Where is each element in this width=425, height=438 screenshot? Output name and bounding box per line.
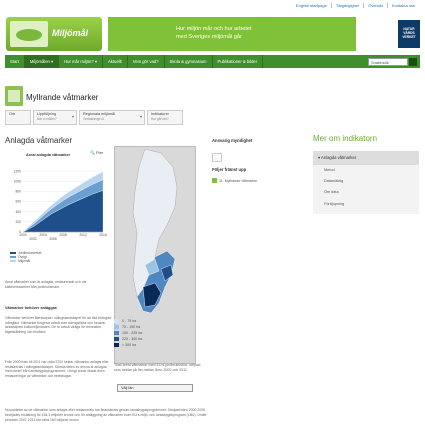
chart-x-ticks: 2000 2004 2008 2012 2016 2002 2006 bbox=[19, 233, 107, 241]
map-legend-swatch bbox=[114, 337, 119, 341]
goal-tabs: Om Uppföljning När vi målen? ▾ Regionala… bbox=[5, 110, 183, 125]
nav-item-miljomalen[interactable]: Miljömålen ▾ bbox=[24, 55, 60, 68]
legend-swatch bbox=[10, 259, 16, 263]
sidebar-item-om-data[interactable]: Om data bbox=[313, 187, 419, 198]
nav-item-hur-mar-miljon[interactable]: Hur mår miljön? ▾ bbox=[59, 55, 103, 68]
nav-item-start[interactable]: Start bbox=[5, 55, 25, 68]
map-legend: 0 - 75 ha 75 - 150 ha 150 - 225 ha 225 -… bbox=[114, 318, 142, 348]
y-tick-label: 800 bbox=[15, 190, 21, 194]
agency-logo[interactable]: NATUR VÅRDS VERKET bbox=[398, 20, 420, 48]
map-legend-label: > 300 ha bbox=[122, 343, 137, 347]
legend-item: Miljömål bbox=[10, 259, 41, 263]
x-tick-label: 2008 bbox=[59, 233, 67, 237]
map-svg bbox=[132, 148, 178, 314]
paragraph: Våtmarker behöver återskapas i odlingsla… bbox=[5, 316, 112, 334]
x-tick-label: 2000 bbox=[19, 233, 27, 237]
x-tick-label: 2006 bbox=[49, 237, 57, 241]
sidebar-item-metod[interactable]: Metod bbox=[313, 165, 419, 176]
map-legend-swatch bbox=[114, 325, 119, 329]
tab-regionala[interactable]: Regionala miljömål Omfattnings ut ▾ bbox=[79, 110, 145, 125]
top-link-contact[interactable]: Kontakta oss bbox=[386, 3, 419, 8]
chevron-down-icon: ▾ bbox=[139, 114, 142, 119]
nav-item-aktuellt[interactable]: Aktuellt bbox=[103, 55, 128, 68]
subheading: Våtmarker behöver anläggas bbox=[5, 306, 57, 310]
chart-title: Areal anlagda våtmarker bbox=[26, 153, 71, 157]
main-nav: Start Miljömålen ▾ Hur mår miljön? ▾ Akt… bbox=[5, 55, 420, 68]
slogan-line-2: med Sveriges miljömål går bbox=[176, 34, 242, 40]
county-select[interactable]: Välj län bbox=[117, 384, 193, 392]
tab-sublabel: Hur går det? bbox=[151, 116, 169, 121]
y-tick-label: 200 bbox=[15, 220, 21, 224]
goal-thumbnail-icon bbox=[212, 178, 217, 183]
sidebar-item-datamaktig[interactable]: Datamäktig bbox=[313, 176, 419, 187]
top-link-accessibility[interactable]: Tätgängighet bbox=[330, 3, 363, 8]
top-link-overview[interactable]: Översikt bbox=[363, 3, 387, 8]
x-tick-label: 2012 bbox=[79, 233, 87, 237]
slogan-banner: Hur miljön mår och hur arbetet med Sveri… bbox=[108, 17, 356, 51]
tab-label: Om bbox=[9, 112, 16, 116]
site-header: Miljömål Hur miljön mår och hur arbetet … bbox=[0, 14, 425, 54]
paragraph-wide: Huvuddelen av de våtmarker som anlagts e… bbox=[5, 408, 207, 422]
top-links: English startpage Tätgängighet Översikt … bbox=[292, 3, 419, 8]
x-tick-label: 2016 bbox=[99, 233, 107, 237]
logo-text: Miljömål bbox=[52, 28, 89, 38]
agency-logo-line-3: VERKET bbox=[402, 35, 416, 39]
tab-sublabel: När vi målen? bbox=[37, 116, 57, 121]
nav-item-vem-gor-vad[interactable]: Vem gör vad? bbox=[128, 55, 165, 68]
search-button[interactable] bbox=[409, 57, 417, 66]
chart-areas bbox=[22, 171, 104, 233]
county-select-value: Välj län bbox=[121, 386, 134, 390]
area-chart: 020040060080010001200 2000 2004 2008 2012 20… bbox=[14, 169, 107, 241]
top-links-bar: English startpage Tätgängighet Översikt … bbox=[0, 0, 425, 14]
map-caption: Total areal våtmarker med EU:s jordbruks… bbox=[114, 363, 201, 372]
chart-y-ticks: 020040060080010001200 bbox=[14, 169, 22, 234]
chart-legend: Jordbruksverket Övrigt Miljömål bbox=[10, 251, 41, 263]
map-legend-swatch bbox=[114, 343, 119, 347]
chevron-down-icon: ▾ bbox=[71, 114, 74, 119]
map-legend-item: > 300 ha bbox=[114, 342, 142, 348]
legend-swatch bbox=[10, 255, 16, 259]
follows-item-label: 11. Myllrande våtmarker bbox=[219, 178, 258, 183]
page-title: Myllrande våtmarker bbox=[26, 93, 99, 102]
sidebar-title: Mer om indikatorn bbox=[313, 134, 378, 143]
tab-indikatorer[interactable]: Indikatorer Hur går det? bbox=[147, 110, 183, 125]
follows-link[interactable]: 11. Myllrande våtmarker bbox=[212, 178, 257, 183]
magnifier-icon: 🔍 bbox=[90, 150, 95, 155]
section-title: Anlagda våtmarker bbox=[5, 136, 73, 145]
zoom-button[interactable]: 🔍 Fler bbox=[90, 150, 103, 155]
tab-sublabel: Omfattnings ut bbox=[83, 116, 104, 121]
map-legend-swatch bbox=[114, 331, 119, 335]
map-legend-swatch bbox=[114, 319, 119, 323]
y-tick-label: 1000 bbox=[14, 179, 22, 183]
follows-heading: Följer främst upp bbox=[212, 167, 247, 172]
logo-image bbox=[10, 21, 48, 47]
legend-swatch bbox=[10, 251, 16, 255]
zoom-label: Fler bbox=[96, 150, 103, 155]
y-tick-label: 1200 bbox=[14, 169, 22, 173]
y-tick-label: 400 bbox=[15, 210, 21, 214]
sidebar-item-fordjupning[interactable]: Fördjupning bbox=[313, 199, 419, 210]
x-tick-label: 2004 bbox=[39, 233, 47, 237]
tab-uppfoljning[interactable]: Uppföljning När vi målen? ▾ bbox=[33, 110, 77, 125]
site-logo[interactable]: Miljömål bbox=[6, 17, 102, 51]
tab-om[interactable]: Om bbox=[5, 110, 31, 125]
paragraph: Från 2000 fram till 2011 har cirka 5700 … bbox=[5, 360, 109, 378]
slogan-line-1: Hur miljön mår och hur arbetet bbox=[176, 26, 252, 32]
search-input[interactable]: Snabbsök bbox=[368, 57, 408, 66]
y-tick-label: 600 bbox=[15, 200, 21, 204]
sidebar-item-anlagda[interactable]: ▾ Anlagda våtmarker bbox=[313, 151, 419, 165]
slogan: Hur miljön mår och hur arbetet med Sveri… bbox=[176, 25, 252, 41]
responsible-heading: Ansvarig myndighet bbox=[212, 138, 253, 143]
agency-icon[interactable] bbox=[212, 153, 222, 162]
legend-label: Miljömål bbox=[18, 259, 31, 263]
nav-item-skola[interactable]: Skola & gymnasium bbox=[165, 55, 213, 68]
goal-icon bbox=[5, 86, 23, 106]
top-link-english[interactable]: English startpage bbox=[292, 3, 331, 8]
nav-item-publikationer[interactable]: Publikationer & bilder bbox=[213, 55, 264, 68]
sidebar-head-label: Anlagda våtmarker bbox=[321, 155, 357, 160]
x-tick-label: 2002 bbox=[29, 237, 37, 241]
sidebar-panel: ▾ Anlagda våtmarker Metod Datamäktig Om … bbox=[313, 151, 419, 214]
intro-text: Areal våtmarker som är anlagda, restaure… bbox=[5, 280, 87, 289]
